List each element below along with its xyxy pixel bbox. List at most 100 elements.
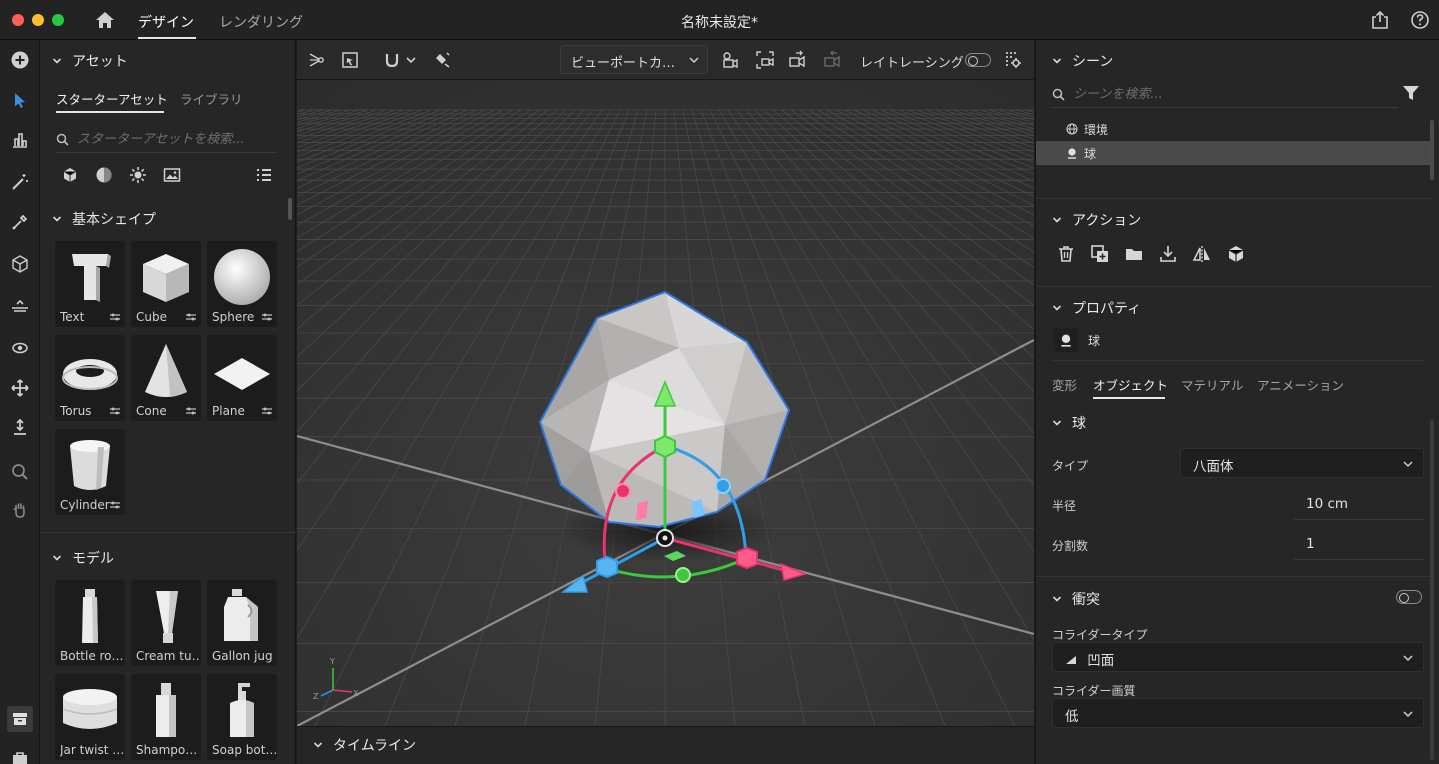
timeline-header[interactable]: タイムライン [313, 735, 416, 755]
tab-material[interactable]: マテリアル [1181, 375, 1243, 394]
models-filter-icon[interactable] [60, 165, 80, 185]
assets-panel-toggle[interactable] [7, 706, 33, 732]
duplicate-icon[interactable] [1090, 244, 1110, 264]
tab-object[interactable]: オブジェクト [1093, 375, 1168, 394]
sliders-icon[interactable] [185, 406, 197, 416]
asset-tile-cylinder[interactable]: Cylinder [55, 429, 125, 515]
asset-tile-plane[interactable]: Plane [207, 335, 277, 421]
chevron-down-icon [52, 216, 62, 222]
zoom-tool[interactable] [8, 460, 32, 484]
camera-undo-icon[interactable] [787, 50, 807, 70]
snap-dropdown-chevron-icon[interactable] [405, 50, 417, 70]
camera-frame-icon[interactable] [755, 50, 775, 70]
collider-quality-dropdown[interactable]: 低 [1052, 698, 1424, 728]
scene-tree-item-sphere[interactable]: 球 [1036, 141, 1434, 165]
object-tool[interactable] [8, 252, 32, 276]
scene-graph-icon[interactable] [307, 50, 327, 70]
viewport-canvas[interactable]: Y Z X [297, 80, 1034, 726]
sphere-type-dropdown[interactable]: 八面体 [1180, 448, 1424, 478]
scene-tree-item-environment[interactable]: 環境 [1036, 117, 1434, 141]
asset-tile-torus[interactable]: Torus [55, 335, 125, 421]
assets-header[interactable]: アセット [52, 51, 128, 71]
z-rotate-handle[interactable] [715, 478, 731, 494]
drop-to-ground-icon[interactable] [432, 50, 452, 70]
move-tool[interactable] [8, 376, 32, 400]
viewport-camera-dropdown[interactable]: ビューポートカ… [560, 45, 708, 74]
orbit-tool[interactable] [8, 336, 32, 360]
share-icon[interactable] [1370, 10, 1390, 30]
model-tile-cream-tube[interactable]: Cream tu… [131, 580, 201, 666]
filter-funnel-icon[interactable] [1402, 84, 1420, 102]
model-tile-shampoo[interactable]: Shampo… [131, 674, 201, 760]
mirror-icon[interactable] [1192, 244, 1212, 264]
sliders-icon[interactable] [185, 312, 197, 322]
briefcase-tool[interactable] [8, 746, 32, 764]
model-tile-gallon-jug[interactable]: Gallon jug [207, 580, 277, 666]
box-icon[interactable] [1226, 244, 1246, 264]
download-icon[interactable] [1158, 244, 1178, 264]
radius-label: 半径 [1052, 499, 1077, 513]
subdivision-input[interactable]: 1 [1306, 536, 1315, 552]
properties-header[interactable]: プロパティ [1052, 298, 1141, 318]
radius-input[interactable]: 10 cm [1306, 496, 1348, 512]
collision-toggle[interactable] [1396, 590, 1422, 604]
trash-icon[interactable] [1056, 244, 1076, 264]
basic-shapes-header[interactable]: 基本シェイプ [52, 209, 156, 229]
sliders-icon[interactable] [261, 406, 273, 416]
materials-filter-icon[interactable] [94, 165, 114, 185]
x-rotate-handle[interactable] [615, 483, 631, 499]
asset-tile-text[interactable]: Text [55, 241, 125, 327]
scene-header[interactable]: シーン [1052, 51, 1113, 71]
model-tile-soap-bottle[interactable]: Soap bot… [207, 674, 277, 760]
sliders-icon[interactable] [109, 312, 121, 322]
help-icon[interactable] [1410, 10, 1430, 30]
x-scale-handle[interactable] [736, 546, 758, 570]
add-tool[interactable] [8, 48, 32, 72]
models-header[interactable]: モデル [52, 548, 114, 568]
model-tile-jar-twist[interactable]: Jar twist … [55, 674, 125, 760]
images-filter-icon[interactable] [162, 165, 182, 185]
timeline-panel: タイムライン [297, 726, 1034, 764]
eyedropper-tool[interactable] [8, 210, 32, 234]
camera-redo-icon[interactable] [822, 50, 842, 70]
snap-magnet-icon[interactable] [382, 50, 402, 70]
y-scale-handle[interactable] [654, 434, 676, 459]
raytracing-toggle[interactable] [965, 53, 991, 67]
asset-tile-sphere[interactable]: Sphere [207, 241, 277, 327]
properties-scrollbar[interactable] [1430, 420, 1434, 760]
actions-header[interactable]: アクション [1052, 210, 1141, 230]
asset-tile-cube[interactable]: Cube [131, 241, 201, 327]
place-tool[interactable] [8, 128, 32, 152]
sliders-icon[interactable] [261, 312, 273, 322]
render-settings-icon[interactable] [1003, 50, 1023, 70]
frame-selection-icon[interactable] [340, 50, 360, 70]
tab-libraries[interactable]: ライブラリ [180, 89, 243, 108]
folder-icon[interactable] [1124, 244, 1144, 264]
pan-tool[interactable] [8, 498, 32, 522]
tab-animation[interactable]: アニメーション [1257, 375, 1344, 394]
tab-transform[interactable]: 変形 [1052, 375, 1077, 394]
collider-type-dropdown[interactable]: 凹面 [1052, 642, 1424, 672]
lights-filter-icon[interactable] [128, 165, 148, 185]
asset-tile-cone[interactable]: Cone [131, 335, 201, 421]
sphere-section-header[interactable]: 球 [1052, 413, 1086, 433]
y-rotate-handle[interactable] [675, 567, 691, 583]
assets-scrollbar[interactable] [288, 198, 292, 220]
select-tool[interactable] [8, 88, 32, 112]
scene-search-input[interactable] [1073, 87, 1253, 102]
tab-starter-assets[interactable]: スターターアセット [56, 89, 168, 108]
dolly-tool[interactable] [8, 416, 32, 440]
z-scale-handle[interactable] [596, 555, 618, 579]
yz-plane-handle[interactable] [692, 499, 704, 518]
collision-section-header[interactable]: 衝突 [1052, 589, 1100, 609]
scene-scrollbar[interactable] [1430, 120, 1434, 180]
sliders-icon[interactable] [109, 406, 121, 416]
ground-tool[interactable] [8, 294, 32, 318]
camera-view-icon[interactable] [720, 50, 740, 70]
viewport-3d[interactable]: Y Z X [297, 80, 1034, 726]
sliders-icon[interactable] [109, 500, 121, 510]
model-tile-bottle-roll[interactable]: Bottle ro… [55, 580, 125, 666]
asset-search-input[interactable] [77, 132, 257, 147]
list-view-icon[interactable] [254, 165, 274, 185]
magic-select-tool[interactable] [8, 170, 32, 194]
